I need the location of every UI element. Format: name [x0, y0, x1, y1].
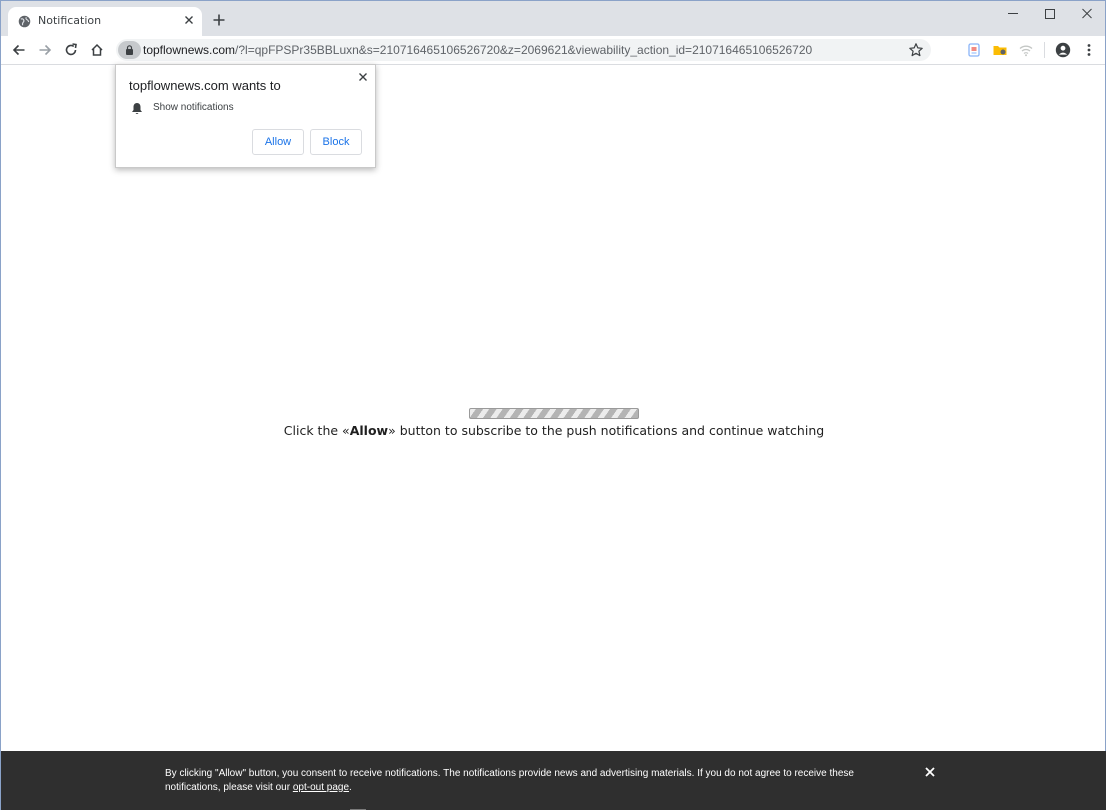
- opt-out-link[interactable]: opt-out page: [293, 782, 349, 793]
- minimize-icon[interactable]: [999, 5, 1027, 23]
- url-path: /?l=qpFPSPr35BBLuxn&s=210716465106526720…: [235, 43, 813, 57]
- consent-text-end: .: [349, 781, 352, 793]
- consent-text-body: By clicking "Allow" button, you consent …: [165, 768, 854, 793]
- extension-document-icon[interactable]: [966, 42, 982, 58]
- maximize-icon[interactable]: [1036, 5, 1064, 23]
- block-button[interactable]: Block: [310, 129, 362, 155]
- reload-icon[interactable]: [63, 42, 79, 58]
- plus-icon[interactable]: [212, 13, 226, 27]
- back-arrow-icon[interactable]: [11, 42, 27, 58]
- tab-title: Notification: [38, 14, 102, 27]
- window-close-icon[interactable]: [1073, 5, 1101, 23]
- lock-icon: [126, 45, 133, 55]
- address-bar[interactable]: topflownews.com/?l=qpFPSPr35BBLuxn&s=210…: [116, 39, 931, 61]
- site-info-chip[interactable]: [118, 41, 141, 59]
- profile-icon[interactable]: [1055, 42, 1071, 58]
- allow-instruction-message: Click the «Allow» button to subscribe to…: [1, 423, 1106, 438]
- browser-window: Notification topflownews.com/?l=qpFPSPr3…: [0, 0, 1106, 810]
- url-host: topflownews.com: [143, 43, 236, 57]
- globe-icon: [18, 15, 31, 28]
- message-suffix: » button to subscribe to the push notifi…: [388, 423, 825, 438]
- url-text: topflownews.com/?l=qpFPSPr35BBLuxn&s=210…: [143, 43, 812, 57]
- toolbar-divider: [1044, 42, 1045, 58]
- forward-arrow-icon[interactable]: [37, 42, 53, 58]
- close-icon[interactable]: [182, 13, 196, 27]
- loading-progress-bar: [469, 408, 639, 419]
- permission-title: topflownews.com wants to: [129, 78, 281, 93]
- browser-toolbar: topflownews.com/?l=qpFPSPr35BBLuxn&s=210…: [1, 36, 1105, 65]
- message-allow-word: Allow: [349, 423, 389, 438]
- tab-strip: Notification: [1, 1, 1105, 36]
- notification-permission-popup: topflownews.com wants to Show notificati…: [115, 64, 376, 168]
- bell-icon: [132, 103, 142, 114]
- consent-text: By clicking "Allow" button, you consent …: [165, 767, 905, 794]
- consent-banner: By clicking "Allow" button, you consent …: [1, 751, 1106, 810]
- home-icon[interactable]: [89, 42, 105, 58]
- close-icon[interactable]: [356, 70, 370, 84]
- allow-button[interactable]: Allow: [252, 129, 304, 155]
- permission-item-label: Show notifications: [153, 102, 234, 113]
- close-icon[interactable]: [923, 765, 937, 779]
- kebab-menu-icon[interactable]: [1081, 42, 1097, 58]
- message-prefix: Click the «: [283, 423, 350, 438]
- star-icon[interactable]: [908, 42, 924, 58]
- extension-folder-icon[interactable]: [992, 42, 1008, 58]
- wifi-icon[interactable]: [1018, 42, 1034, 58]
- tab-notification[interactable]: Notification: [8, 7, 202, 36]
